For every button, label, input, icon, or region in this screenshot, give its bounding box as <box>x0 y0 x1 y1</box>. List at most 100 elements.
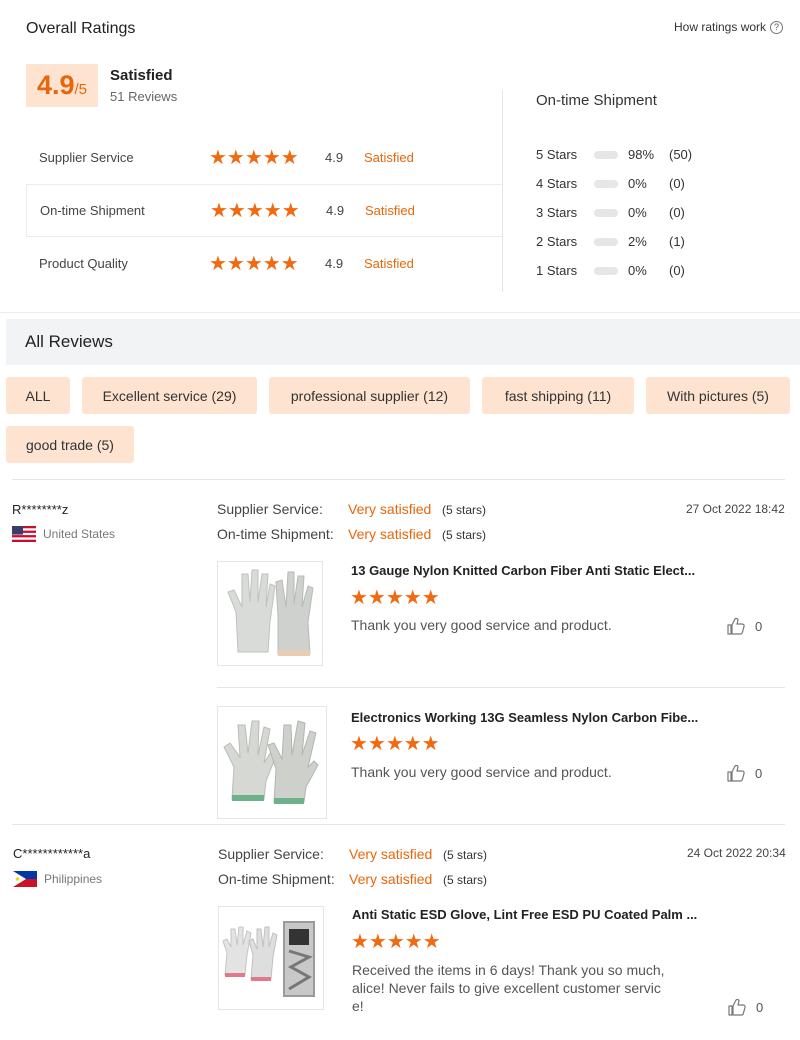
product-thumbnail[interactable] <box>218 906 324 1010</box>
supplier-service-stars: (5 stars) <box>442 503 487 517</box>
distribution-percent: 2% <box>628 234 647 249</box>
shipment-stars: (5 stars) <box>443 873 488 887</box>
distribution-bar <box>594 150 618 159</box>
rating-label: Supplier Service <box>39 150 134 165</box>
rating-score: 4.9 <box>325 150 344 165</box>
supplier-service-label: Supplier Service: <box>217 501 323 517</box>
like-button[interactable]: 0 <box>727 997 763 1017</box>
review-text: Thank you very good service and product. <box>351 764 612 780</box>
all-reviews-title: All Reviews <box>25 332 113 351</box>
supplier-service-value: Very satisfied <box>349 846 433 862</box>
like-button[interactable]: 0 <box>726 763 762 783</box>
review-count: 51 Reviews <box>110 89 178 104</box>
thumbs-up-icon <box>727 764 745 782</box>
gloves-image <box>218 707 326 818</box>
supplier-service-value: Very satisfied <box>348 501 432 517</box>
tag-professional-supplier[interactable]: professional supplier (12) <box>269 377 470 414</box>
gloves-image <box>219 907 323 1009</box>
distribution-percent: 0% <box>628 205 647 220</box>
tag-good-trade[interactable]: good trade (5) <box>6 426 134 463</box>
distribution-stars: 1 Stars <box>536 263 578 278</box>
distribution-count: (1) <box>669 234 685 249</box>
product-star-rating-icon: ★★★★★ <box>350 587 440 609</box>
distribution-count: (0) <box>669 205 685 220</box>
rating-row-product-quality: Product Quality ★★★★★ 4.9 Satisfied <box>26 237 502 290</box>
shipment-stars: (5 stars) <box>442 528 487 542</box>
like-count: 0 <box>756 999 764 1015</box>
star-rating-icon: ★★★★★ <box>210 199 300 222</box>
distribution-row: 2 Stars 2% (1) <box>536 227 766 256</box>
product-thumbnail[interactable] <box>217 561 323 666</box>
distribution-bar <box>594 179 618 188</box>
divider <box>217 687 785 688</box>
shipment-title: On-time Shipment <box>536 92 657 109</box>
star-rating-icon: ★★★★★ <box>209 146 299 169</box>
distribution-count: (50) <box>669 147 693 162</box>
distribution-bar <box>594 208 618 217</box>
product-title[interactable]: Anti Static ESD Glove, Lint Free ESD PU … <box>352 907 712 922</box>
reviewer-country: United States <box>12 526 115 542</box>
tag-fast-shipping[interactable]: fast shipping (11) <box>482 377 634 414</box>
ph-flag-icon <box>13 871 37 887</box>
product-star-rating-icon: ★★★★★ <box>350 733 440 755</box>
product-star-rating-icon: ★★★★★ <box>351 931 441 953</box>
supplier-service-label: Supplier Service: <box>218 846 324 862</box>
distribution-bar <box>594 266 618 275</box>
rating-row-on-time-shipment: On-time Shipment ★★★★★ 4.9 Satisfied <box>26 184 502 237</box>
distribution-count: (0) <box>669 263 685 278</box>
distribution-row: 5 Stars 98% (50) <box>536 140 766 169</box>
country-name: Philippines <box>44 872 103 886</box>
product-thumbnail[interactable] <box>217 706 327 819</box>
shipment-value: Very satisfied <box>348 526 432 542</box>
thumbs-up-icon <box>728 998 746 1016</box>
product-title[interactable]: Electronics Working 13G Seamless Nylon C… <box>351 710 711 725</box>
review-text: Received the items in 6 days! Thank you … <box>352 962 665 1014</box>
us-flag-icon <box>12 526 36 542</box>
overall-score: 4.9 <box>36 70 75 100</box>
overall-score-max: /5 <box>74 81 88 98</box>
reviewer-name: R********z <box>12 502 69 517</box>
rating-status: Satisfied <box>364 150 414 165</box>
distribution-row: 1 Stars 0% (0) <box>536 256 766 285</box>
rating-row-supplier-service: Supplier Service ★★★★★ 4.9 Satisfied <box>26 131 502 184</box>
review-date: 27 Oct 2022 18:42 <box>686 502 785 516</box>
overall-satisfaction: Satisfied <box>110 67 173 84</box>
distribution-bar <box>594 237 618 246</box>
divider <box>12 479 785 480</box>
distribution-stars: 3 Stars <box>536 205 578 220</box>
tag-excellent-service[interactable]: Excellent service (29) <box>82 377 257 414</box>
distribution-percent: 98% <box>628 147 655 162</box>
rating-score: 4.9 <box>326 203 345 218</box>
distribution-percent: 0% <box>628 263 647 278</box>
shipment-label: On-time Shipment: <box>217 526 334 542</box>
rating-label: Product Quality <box>39 256 128 271</box>
shipment-value: Very satisfied <box>349 871 433 887</box>
shipment-label: On-time Shipment: <box>218 871 335 887</box>
rating-score: 4.9 <box>325 256 344 271</box>
section-divider <box>0 312 800 313</box>
star-rating-icon: ★★★★★ <box>209 252 299 275</box>
product-title[interactable]: 13 Gauge Nylon Knitted Carbon Fiber Anti… <box>351 563 711 578</box>
how-ratings-work-link[interactable]: How ratings work ? <box>674 20 784 34</box>
gloves-image <box>218 562 322 665</box>
rating-breakdown: Supplier Service ★★★★★ 4.9 Satisfied On-… <box>26 131 502 290</box>
supplier-service-stars: (5 stars) <box>443 848 488 862</box>
distribution-stars: 2 Stars <box>536 234 578 249</box>
rating-status: Satisfied <box>364 256 414 271</box>
tag-with-pictures[interactable]: With pictures (5) <box>646 377 790 414</box>
tag-all[interactable]: ALL <box>6 377 70 414</box>
like-button[interactable]: 0 <box>726 616 762 636</box>
reviewer-country: Philippines <box>13 871 102 887</box>
question-icon: ? <box>770 20 784 34</box>
distribution-row: 3 Stars 0% (0) <box>536 198 766 227</box>
how-ratings-work-label: How ratings work <box>674 20 767 34</box>
like-count: 0 <box>755 618 763 634</box>
country-name: United States <box>43 527 116 541</box>
overall-score-box: 4.9 /5 <box>26 64 98 107</box>
review-date: 24 Oct 2022 20:34 <box>687 846 786 860</box>
rating-status: Satisfied <box>365 203 415 218</box>
distribution-percent: 0% <box>628 176 647 191</box>
rating-label: On-time Shipment <box>40 203 145 218</box>
shipment-distribution: 5 Stars 98% (50) 4 Stars 0% (0) 3 Stars … <box>536 140 766 285</box>
review-text: Thank you very good service and product. <box>351 617 612 633</box>
